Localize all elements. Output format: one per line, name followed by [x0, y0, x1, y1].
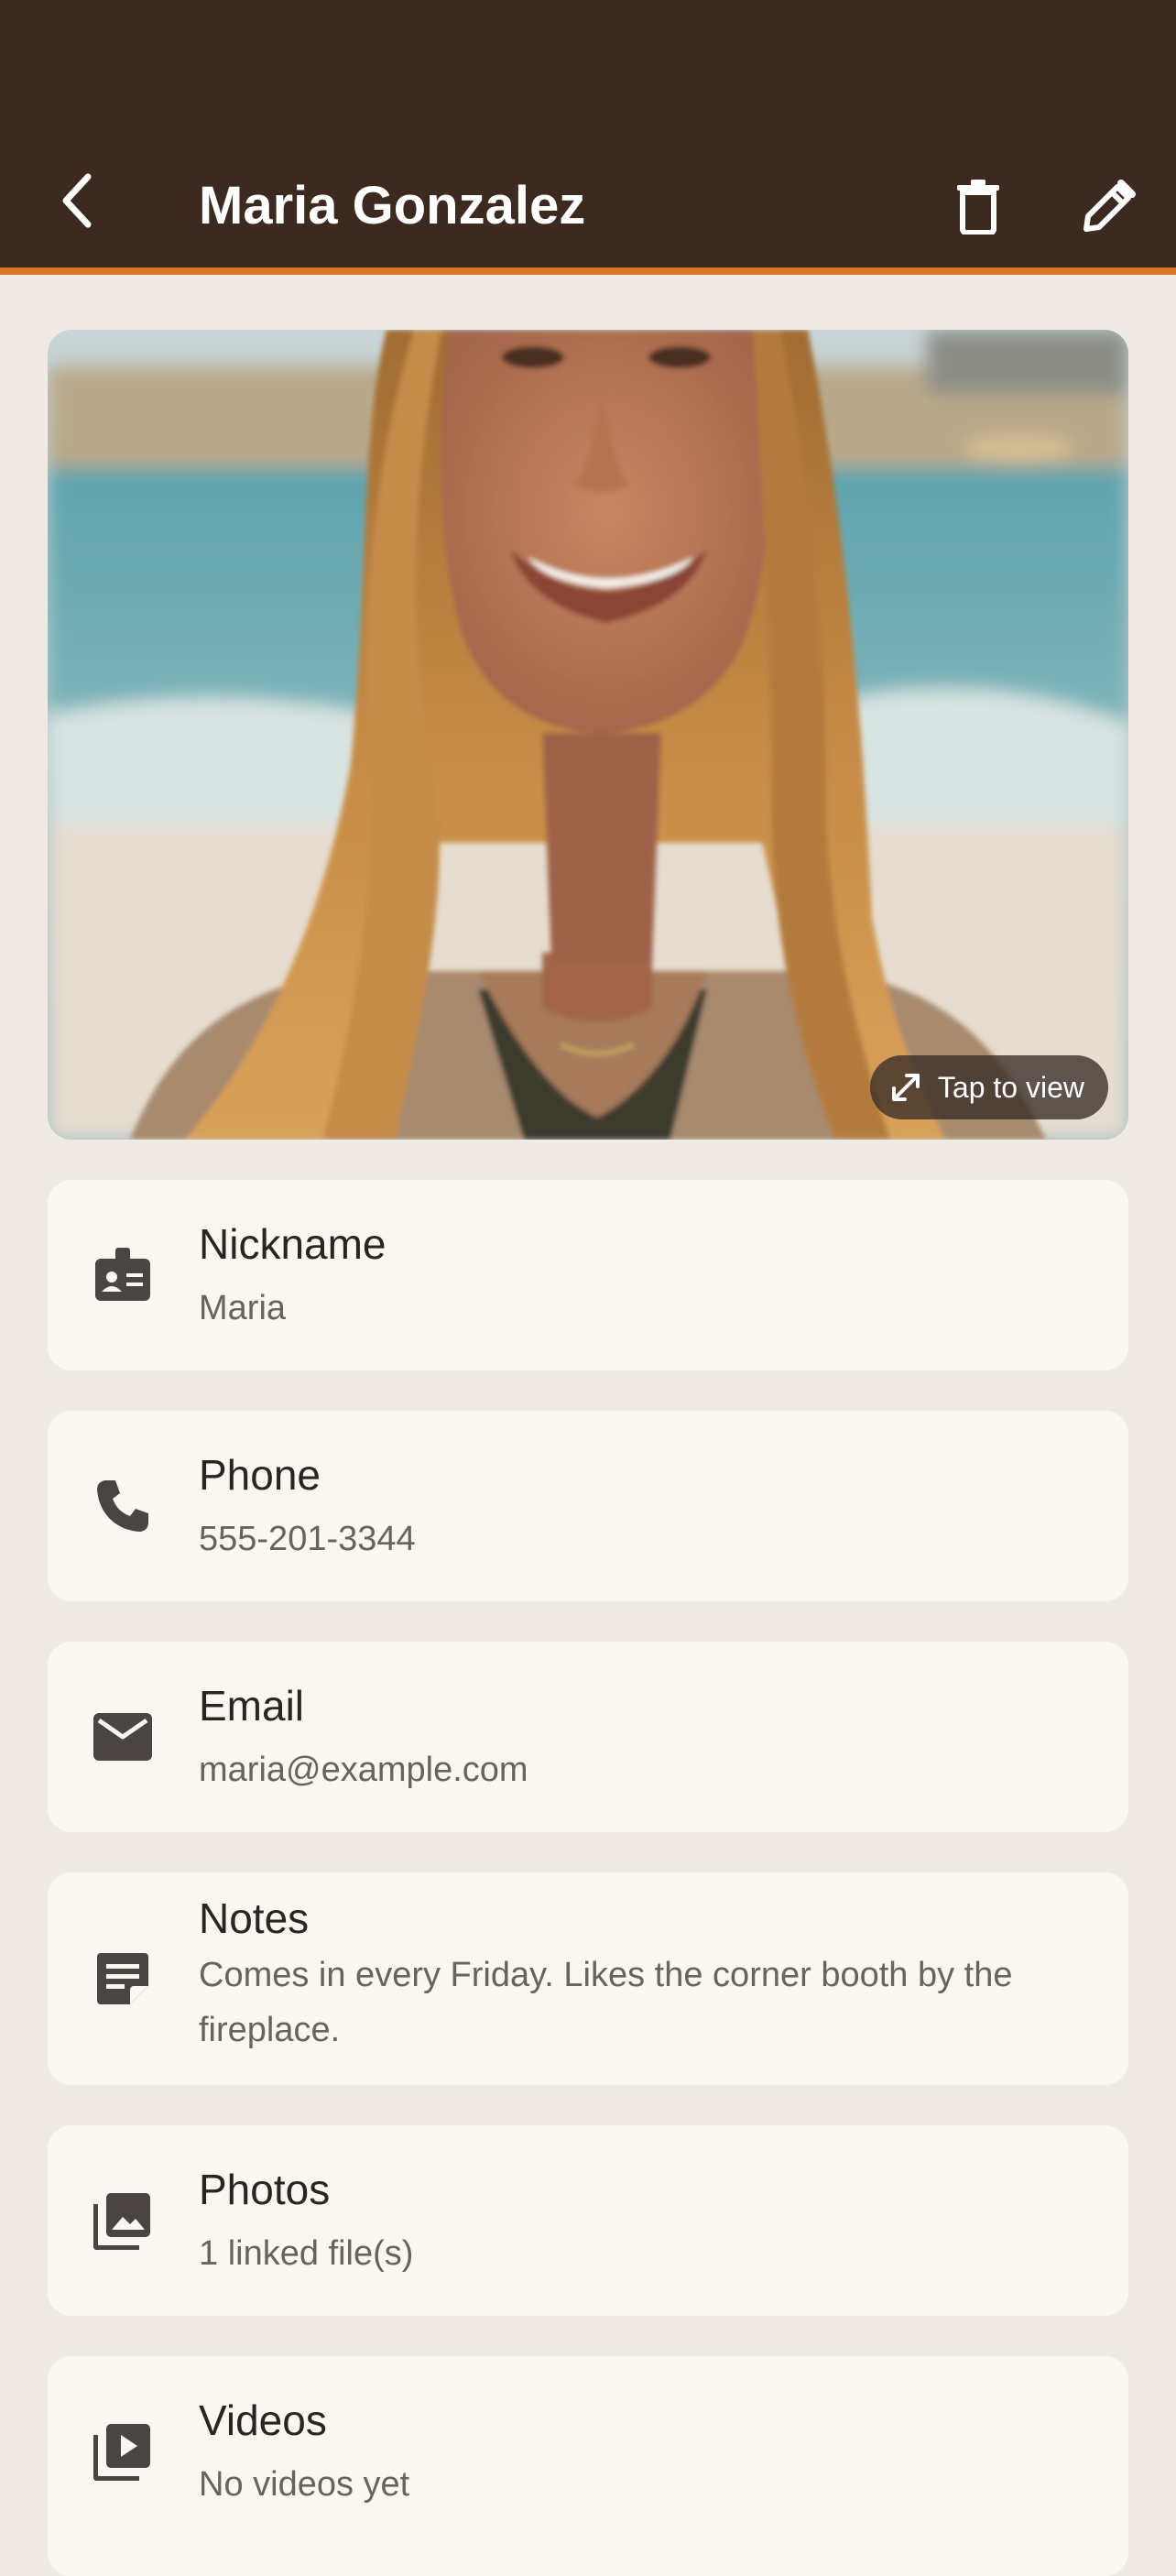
photos-label: Photos [199, 2166, 331, 2213]
back-button[interactable] [44, 168, 110, 234]
tap-to-view-button[interactable]: Tap to view [869, 1055, 1108, 1119]
phone-value: 555-201-3344 [199, 1520, 416, 1558]
pencil-icon [1083, 180, 1136, 232]
note-icon [90, 1946, 156, 2012]
email-card[interactable]: Email maria@example.com [48, 1642, 1128, 1832]
phone-icon [90, 1473, 156, 1539]
chevron-left-icon [62, 173, 92, 228]
contact-photo[interactable]: Tap to view [48, 330, 1128, 1140]
nickname-label: Nickname [199, 1220, 387, 1268]
edit-button[interactable] [1073, 172, 1143, 242]
video-library-icon [90, 2418, 156, 2484]
phone-label: Phone [199, 1451, 321, 1499]
videos-card[interactable]: Videos No videos yet [48, 2356, 1128, 2576]
mail-icon [90, 1704, 156, 1770]
tap-to-view-label: Tap to view [937, 1070, 1084, 1104]
expand-icon [891, 1074, 920, 1101]
trash-icon [957, 180, 999, 235]
email-label: Email [199, 1682, 305, 1730]
page-title: Maria Gonzalez [199, 176, 586, 235]
app-bar: Maria Gonzalez [0, 0, 1176, 275]
videos-label: Videos [199, 2396, 327, 2444]
delete-button[interactable] [943, 172, 1013, 242]
notes-label: Notes [199, 1894, 310, 1942]
email-value: maria@example.com [199, 1751, 528, 1789]
photos-value: 1 linked file(s) [199, 2234, 414, 2273]
contact-photo-image [48, 330, 1128, 1140]
videos-value: No videos yet [199, 2465, 410, 2504]
photos-card[interactable]: Photos 1 linked file(s) [48, 2125, 1128, 2316]
badge-icon [90, 1242, 156, 1308]
notes-card[interactable]: Notes Comes in every Friday. Likes the c… [48, 1872, 1128, 2085]
phone-card[interactable]: Phone 555-201-3344 [48, 1411, 1128, 1601]
photo-library-icon [90, 2188, 156, 2254]
nickname-card[interactable]: Nickname Maria [48, 1180, 1128, 1370]
notes-value: Comes in every Friday. Likes the corner … [199, 1956, 1013, 2049]
nickname-value: Maria [199, 1289, 287, 1327]
